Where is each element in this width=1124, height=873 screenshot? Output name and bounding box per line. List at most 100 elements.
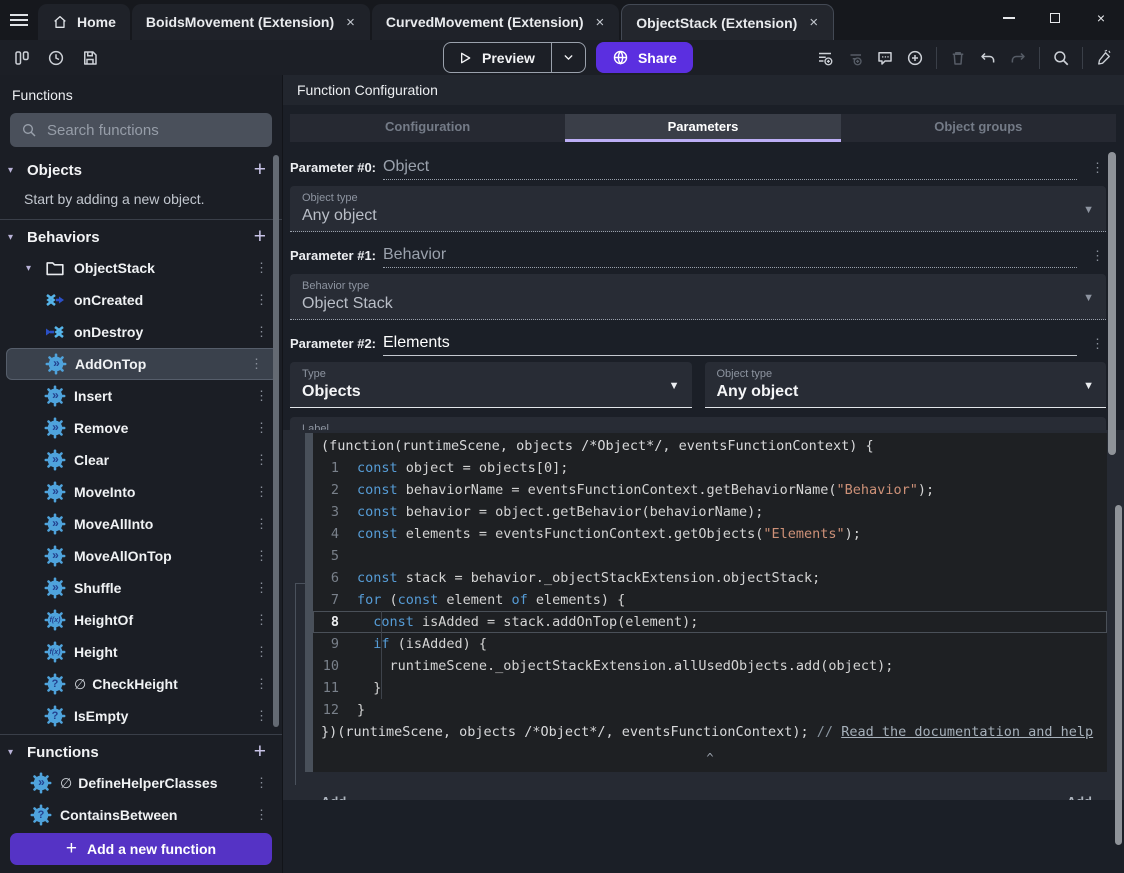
events-scrollbar[interactable] — [1115, 505, 1122, 845]
list-item[interactable]: ▾ » ? f(x) ∅ Clear ⋮ — [0, 444, 282, 476]
fold-caret-icon[interactable]: ^ — [313, 747, 1107, 767]
event-drag-handle[interactable] — [305, 433, 313, 772]
item-menu-icon[interactable]: ⋮ — [249, 644, 274, 660]
tab[interactable]: Configuration — [290, 114, 566, 142]
preview-options-dropdown[interactable] — [552, 51, 585, 64]
list-item[interactable]: ▾ » ? f(x) ∅ MoveAllOnTop ⋮ — [0, 540, 282, 572]
project-manager-icon[interactable] — [8, 45, 36, 71]
section-objects[interactable]: ▾ Objects + — [0, 155, 282, 185]
js-code-editor[interactable]: (function(runtimeScene, objects /*Object… — [313, 433, 1107, 772]
add-new-function-button[interactable]: + Add a new function — [10, 833, 272, 865]
code-line[interactable]: 10 runtimeScene._objectStackExtension.al… — [313, 655, 1107, 677]
project-tab[interactable]: Home × — [38, 4, 130, 40]
main-menu-button[interactable] — [0, 2, 38, 38]
item-menu-icon[interactable]: ⋮ — [249, 580, 274, 596]
add-comment-icon[interactable] — [871, 45, 899, 71]
add-event-icon[interactable] — [811, 45, 839, 71]
tab[interactable]: Object groups — [840, 114, 1116, 142]
list-item[interactable]: ▾ » ? f(x) ∅ Remove ⋮ — [0, 412, 282, 444]
trash-icon[interactable] — [944, 45, 972, 71]
collapse-triangle-icon[interactable]: ▾ — [8, 232, 20, 243]
parameter-name-field[interactable]: Object — [383, 158, 1077, 180]
sidebar-scrollbar[interactable] — [273, 155, 279, 727]
object-type-select[interactable]: Object type Any object ▼ — [290, 186, 1106, 232]
list-item[interactable]: ▾ » ? f(x) ∅ Insert ⋮ — [0, 380, 282, 412]
list-item[interactable]: ▾ » ? f(x) ∅ HeightOf ⋮ — [0, 604, 282, 636]
add-function-plus-button[interactable]: + — [250, 740, 270, 764]
item-menu-icon[interactable]: ⋮ — [249, 548, 274, 564]
code-line[interactable]: 12 } — [313, 699, 1107, 721]
parameter-menu-icon[interactable]: ⋮ — [1077, 336, 1106, 356]
close-window-button[interactable]: × — [1078, 0, 1124, 36]
undo-icon[interactable] — [974, 45, 1002, 71]
parameter-name-field[interactable]: Behavior — [383, 246, 1077, 268]
add-link[interactable]: Add — [1067, 794, 1092, 800]
object-type-select[interactable]: Object type Any object ▼ — [704, 362, 1106, 408]
share-button[interactable]: Share — [595, 42, 693, 73]
redo-icon[interactable] — [1004, 45, 1032, 71]
project-tab[interactable]: CurvedMovement (Extension) × — [371, 4, 620, 40]
search-input[interactable]: Search functions — [10, 113, 272, 147]
list-item[interactable]: ▾ » ? f(x) ∅ IsEmpty ⋮ — [0, 700, 282, 732]
label-input[interactable]: Label Object — [290, 417, 1106, 430]
tab[interactable]: Parameters — [565, 114, 841, 142]
section-functions[interactable]: ▾ Functions + — [0, 737, 282, 767]
item-menu-icon[interactable]: ⋮ — [249, 452, 274, 468]
item-menu-icon[interactable]: ⋮ — [249, 708, 274, 724]
edit-pencil-icon[interactable] — [1090, 45, 1118, 71]
close-tab-icon[interactable]: × — [595, 14, 606, 31]
close-tab-icon[interactable]: × — [345, 14, 356, 31]
preview-button[interactable]: Preview — [443, 42, 586, 73]
minimize-button[interactable] — [986, 0, 1032, 36]
list-item[interactable]: ▾ » ? f(x) ∅ onDestroy ⋮ — [0, 316, 282, 348]
item-menu-icon[interactable]: ⋮ — [249, 775, 274, 791]
code-line[interactable]: 4 const elements = eventsFunctionContext… — [313, 523, 1107, 545]
code-line[interactable]: 2 const behaviorName = eventsFunctionCon… — [313, 479, 1107, 501]
code-line[interactable]: 6 const stack = behavior._objectStackExt… — [313, 567, 1107, 589]
parameters-scrollbar[interactable] — [1108, 152, 1116, 455]
list-item[interactable]: ▾ » ? f(x) ∅ Shuffle ⋮ — [0, 572, 282, 604]
item-menu-icon[interactable]: ⋮ — [249, 612, 274, 628]
list-item[interactable]: ▾ » ? f(x) ∅ Height ⋮ — [0, 636, 282, 668]
list-item[interactable]: ▾ » ? f(x) ∅ MoveInto ⋮ — [0, 476, 282, 508]
code-line[interactable]: 1 const object = objects[0]; — [313, 457, 1107, 479]
item-menu-icon[interactable]: ⋮ — [249, 260, 274, 276]
add-behavior-button[interactable]: + — [250, 225, 270, 249]
collapse-triangle-icon[interactable]: ▾ — [8, 165, 20, 176]
parameter-menu-icon[interactable]: ⋮ — [1077, 248, 1106, 268]
behavior-type-select[interactable]: Behavior type Object Stack ▼ — [290, 274, 1106, 320]
section-behaviors[interactable]: ▾ Behaviors + — [0, 222, 282, 252]
search-icon[interactable] — [1047, 45, 1075, 71]
item-menu-icon[interactable]: ⋮ — [249, 324, 274, 340]
list-item[interactable]: » ? ∅ DefineHelperClasses ⋮ — [0, 767, 282, 799]
code-line[interactable]: 7 for (const element of elements) { — [313, 589, 1107, 611]
item-menu-icon[interactable]: ⋮ — [249, 292, 274, 308]
list-item[interactable]: ▾ » ? f(x) ∅ AddOnTop ⋮ — [6, 348, 278, 380]
code-line[interactable]: 8 const isAdded = stack.addOnTop(element… — [313, 611, 1107, 633]
type-select[interactable]: Type Objects ▼ — [290, 362, 692, 408]
add-action-link[interactable]: Add — [321, 794, 346, 800]
project-tab[interactable]: ObjectStack (Extension) × — [621, 4, 835, 40]
close-tab-icon[interactable]: × — [808, 14, 819, 31]
list-item[interactable]: » ? ∅ ContainsBetween ⋮ — [0, 799, 282, 827]
list-item[interactable]: ▾ » ? f(x) ∅ CheckHeight ⋮ — [0, 668, 282, 700]
item-menu-icon[interactable]: ⋮ — [249, 807, 274, 823]
item-menu-icon[interactable]: ⋮ — [249, 676, 274, 692]
code-line[interactable]: 5 — [313, 545, 1107, 567]
parameter-name-field[interactable]: Elements — [383, 334, 1077, 356]
item-menu-icon[interactable]: ⋮ — [249, 388, 274, 404]
collapse-triangle-icon[interactable]: ▾ — [26, 263, 36, 274]
add-circle-icon[interactable] — [901, 45, 929, 71]
item-menu-icon[interactable]: ⋮ — [249, 484, 274, 500]
parameter-menu-icon[interactable]: ⋮ — [1077, 160, 1106, 180]
list-item[interactable]: ▾ » ? f(x) ∅ onCreated ⋮ — [0, 284, 282, 316]
list-item[interactable]: ▾ » ? f(x) ∅ MoveAllInto ⋮ — [0, 508, 282, 540]
documentation-link[interactable]: Read the documentation and help — [841, 724, 1093, 740]
project-tab[interactable]: BoidsMovement (Extension) × — [131, 4, 370, 40]
list-item[interactable]: ▾ » ? f(x) ∅ ObjectStack ⋮ — [0, 252, 282, 284]
collapse-triangle-icon[interactable]: ▾ — [8, 747, 20, 758]
code-line[interactable]: 9 if (isAdded) { — [313, 633, 1107, 655]
code-line[interactable]: 11 } — [313, 677, 1107, 699]
add-object-button[interactable]: + — [250, 158, 270, 182]
save-icon[interactable] — [76, 45, 104, 71]
